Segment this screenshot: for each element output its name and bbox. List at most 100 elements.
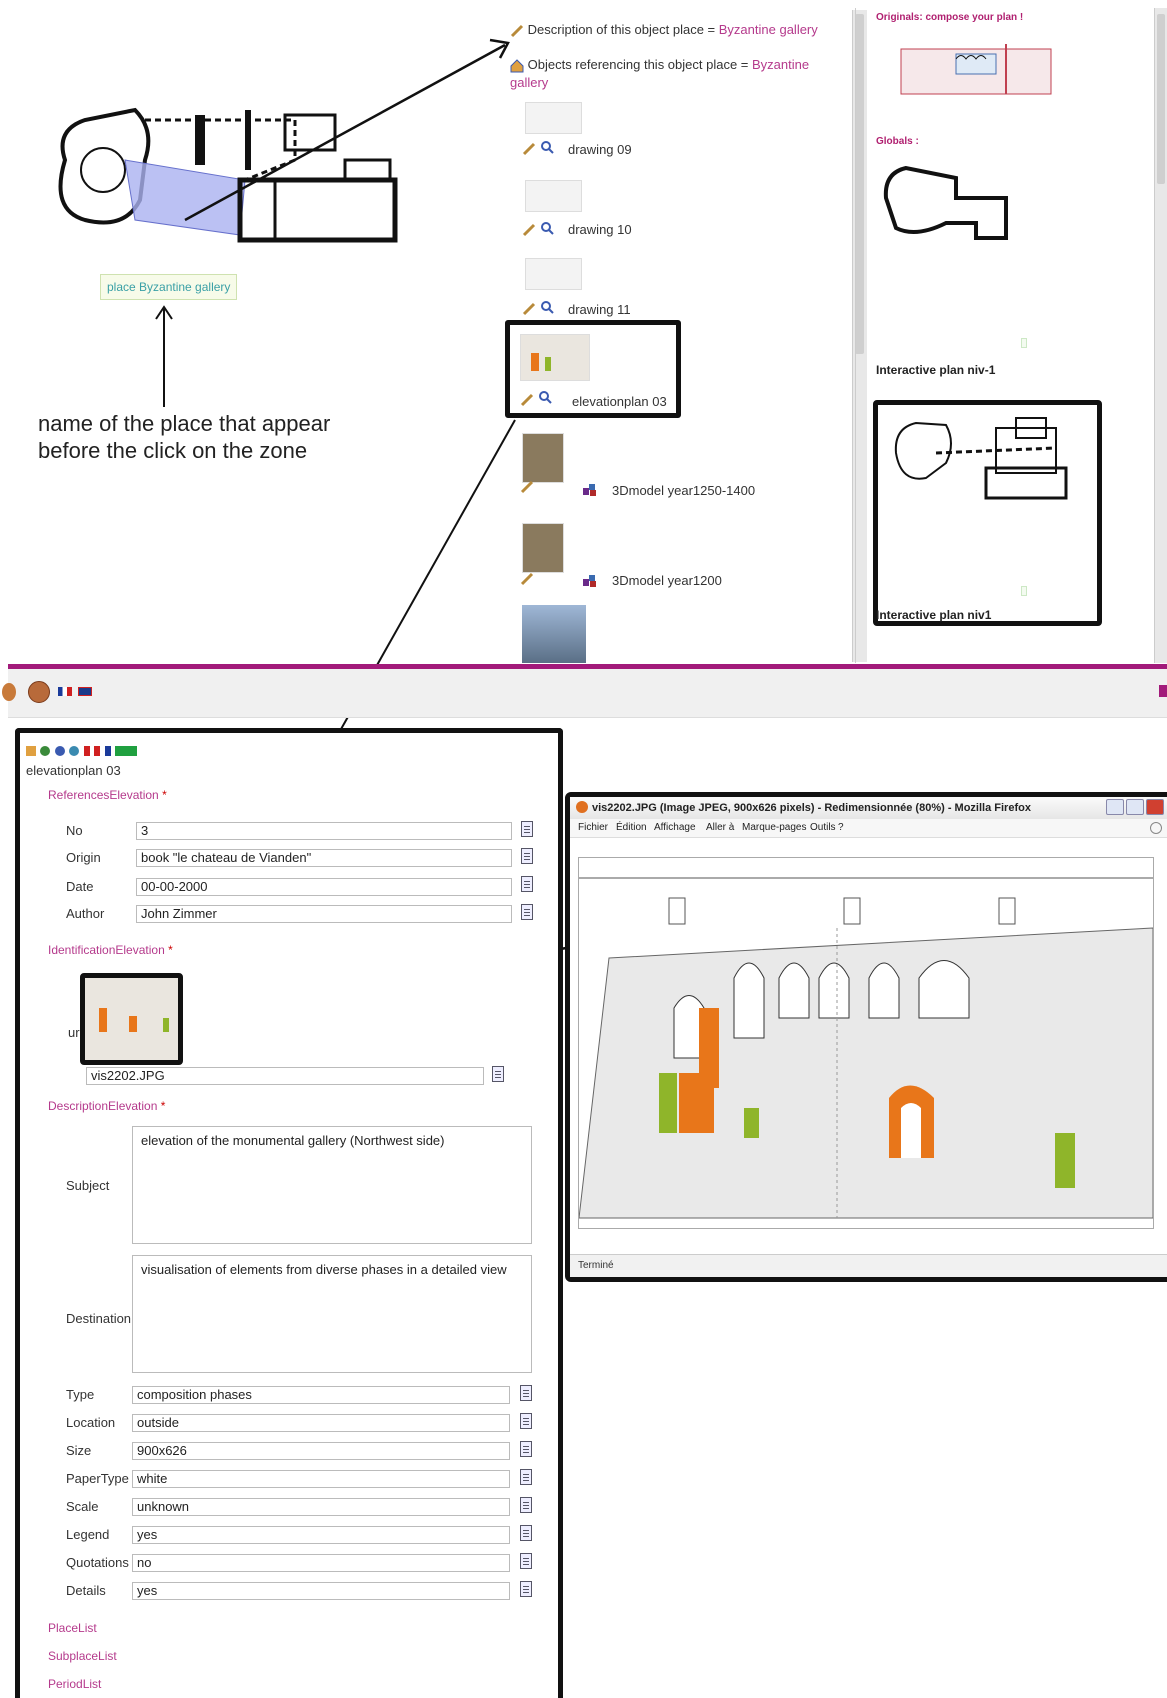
- interactive-plan-thumbnail[interactable]: [886, 413, 1086, 513]
- menu-aller[interactable]: Aller à: [706, 822, 734, 833]
- document-icon[interactable]: [520, 1497, 532, 1513]
- document-icon[interactable]: [520, 1525, 532, 1541]
- flag-icon[interactable]: [83, 746, 90, 756]
- list-item-label[interactable]: 3Dmodel year1200: [612, 573, 722, 588]
- subplacelist-link[interactable]: SubplaceList: [48, 1649, 117, 1663]
- date-input[interactable]: 00-00-2000: [136, 878, 512, 896]
- periodlist-link[interactable]: PeriodList: [48, 1677, 101, 1691]
- no-input[interactable]: 3: [136, 822, 512, 840]
- scale-input[interactable]: unknown: [132, 1498, 510, 1516]
- maximize-button[interactable]: [1126, 799, 1144, 815]
- list-item-label[interactable]: drawing 09: [568, 142, 632, 157]
- help-icon[interactable]: [28, 681, 50, 703]
- papertype-input[interactable]: white: [132, 1470, 510, 1488]
- document-icon[interactable]: [521, 821, 533, 837]
- list-item-label[interactable]: drawing 11: [568, 302, 631, 317]
- menu-fichier[interactable]: Fichier: [578, 822, 608, 833]
- document-icon[interactable]: [520, 1469, 532, 1485]
- description-value-link[interactable]: Byzantine gallery: [719, 22, 818, 37]
- byzantine-gallery-zone[interactable]: [124, 159, 246, 236]
- globe-icon[interactable]: [54, 746, 65, 756]
- castle-plan[interactable]: [45, 100, 415, 270]
- flag-icon[interactable]: [94, 746, 101, 756]
- menu-edition[interactable]: Édition: [616, 822, 647, 833]
- pencil-icon[interactable]: [522, 142, 536, 156]
- plan-link-button[interactable]: ​: [1021, 338, 1027, 348]
- document-icon[interactable]: [521, 876, 533, 892]
- document-icon[interactable]: [520, 1441, 532, 1457]
- pencil-icon[interactable]: [522, 302, 536, 316]
- references-section-link[interactable]: ReferencesElevation *: [48, 788, 167, 802]
- drawing-thumbnail[interactable]: [525, 258, 582, 290]
- zoom-icon[interactable]: [540, 221, 554, 235]
- destination-textarea[interactable]: visualisation of elements from diverse p…: [132, 1255, 532, 1373]
- english-flag-icon[interactable]: [78, 687, 92, 696]
- home-icon[interactable]: [26, 746, 36, 756]
- plan-label[interactable]: Interactive plan niv-1: [876, 363, 995, 377]
- plan-label[interactable]: Interactive plan niv1: [876, 608, 991, 622]
- panel-scrollbar[interactable]: [1154, 8, 1167, 663]
- firefox-image-window: vis2202.JPG (Image JPEG, 900x626 pixels)…: [565, 792, 1167, 1282]
- author-input[interactable]: John Zimmer: [136, 905, 512, 923]
- globe-icon[interactable]: [2, 683, 16, 701]
- plan-link-button[interactable]: ​: [1021, 586, 1027, 596]
- elevation-thumbnail[interactable]: [520, 334, 590, 381]
- close-button[interactable]: [1146, 799, 1164, 815]
- subject-textarea[interactable]: elevation of the monumental gallery (Nor…: [132, 1126, 532, 1244]
- zoom-icon[interactable]: [540, 140, 554, 154]
- french-flag-icon[interactable]: [58, 687, 72, 696]
- quotations-input[interactable]: no: [132, 1554, 510, 1572]
- original-plan-thumbnail[interactable]: [896, 34, 1056, 104]
- zoom-icon[interactable]: [540, 300, 554, 314]
- drawing-thumbnail[interactable]: [525, 102, 582, 134]
- document-icon[interactable]: [520, 1553, 532, 1569]
- document-icon[interactable]: [521, 904, 533, 920]
- photo-thumbnail[interactable]: [522, 605, 586, 663]
- 3dmodel-thumbnail[interactable]: [522, 523, 564, 573]
- pencil-icon[interactable]: [520, 393, 534, 407]
- placelist-link[interactable]: PlaceList: [48, 1621, 97, 1635]
- legend-input[interactable]: yes: [132, 1526, 510, 1544]
- pencil-icon[interactable]: [520, 480, 534, 494]
- minimize-button[interactable]: [1106, 799, 1124, 815]
- menu-help[interactable]: ?: [838, 822, 844, 833]
- right-edge-marker: [1159, 685, 1167, 697]
- flag-icon[interactable]: [104, 746, 111, 756]
- url-input[interactable]: vis2202.JPG: [86, 1067, 484, 1085]
- description-section-link[interactable]: DescriptionElevation *: [48, 1099, 165, 1113]
- document-icon[interactable]: [520, 1581, 532, 1597]
- url-image-preview[interactable]: [80, 973, 183, 1065]
- list-item-label[interactable]: elevationplan 03: [572, 394, 667, 409]
- pencil-icon[interactable]: [520, 572, 534, 586]
- document-icon[interactable]: [520, 1413, 532, 1429]
- details-input[interactable]: yes: [132, 1582, 510, 1600]
- zoom-icon[interactable]: [538, 390, 552, 404]
- type-input[interactable]: composition phases: [132, 1386, 510, 1404]
- list-item-label[interactable]: 3Dmodel year1250-1400: [612, 483, 755, 498]
- menu-outils[interactable]: Outils: [810, 822, 836, 833]
- menu-affichage[interactable]: Affichage: [654, 822, 696, 833]
- referencing-row[interactable]: Objects referencing this object place = …: [510, 56, 840, 92]
- field-label: PaperType: [66, 1471, 129, 1486]
- identification-section-link[interactable]: IdentificationElevation *: [48, 943, 173, 957]
- pencil-icon[interactable]: [522, 223, 536, 237]
- globe-icon[interactable]: [69, 746, 80, 756]
- caption-line-1: name of the place that appear: [38, 411, 331, 436]
- drawing-thumbnail[interactable]: [525, 180, 582, 212]
- list-item-label[interactable]: drawing 10: [568, 222, 632, 237]
- document-icon[interactable]: [520, 1385, 532, 1401]
- origin-input[interactable]: book "le chateau de Vianden": [136, 849, 512, 867]
- global-plan-thumbnail[interactable]: [876, 158, 1026, 248]
- green-flag-icon[interactable]: [115, 746, 138, 756]
- 3dmodel-thumbnail[interactable]: [522, 433, 564, 483]
- globe-icon[interactable]: [40, 746, 51, 756]
- window-titlebar[interactable]: vis2202.JPG (Image JPEG, 900x626 pixels)…: [570, 797, 1167, 820]
- elevation-image[interactable]: [578, 857, 1154, 1229]
- size-input[interactable]: 900x626: [132, 1442, 510, 1460]
- location-input[interactable]: outside: [132, 1414, 510, 1432]
- description-row[interactable]: Description of this object place = Byzan…: [510, 22, 840, 38]
- document-icon[interactable]: [492, 1066, 504, 1082]
- menu-marque-pages[interactable]: Marque-pages: [742, 822, 806, 833]
- document-icon[interactable]: [521, 848, 533, 864]
- field-label: Legend: [66, 1527, 110, 1542]
